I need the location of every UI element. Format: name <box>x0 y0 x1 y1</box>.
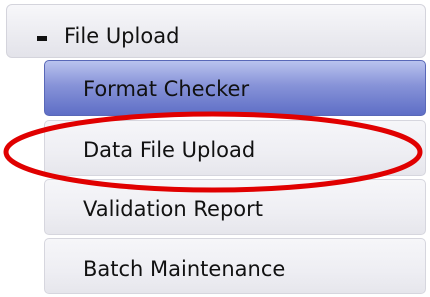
menu-item-label: Format Checker <box>83 77 250 101</box>
collapse-minus-icon[interactable] <box>37 36 47 41</box>
menu-item-label: Batch Maintenance <box>83 257 286 281</box>
menu-item-validation-report[interactable]: Validation Report <box>44 179 426 235</box>
menu-item-data-file-upload[interactable]: Data File Upload <box>44 120 426 176</box>
menu-item-label: Validation Report <box>83 197 263 221</box>
menu-item-batch-maintenance[interactable]: Batch Maintenance <box>44 238 426 294</box>
menu-item-label: Data File Upload <box>83 138 256 162</box>
menu-item-format-checker[interactable]: Format Checker <box>44 60 426 116</box>
section-label: File Upload <box>64 24 180 48</box>
file-upload-menu-panel: File Upload Format Checker Data File Upl… <box>0 0 430 297</box>
file-upload-section-header[interactable]: File Upload <box>6 4 426 58</box>
